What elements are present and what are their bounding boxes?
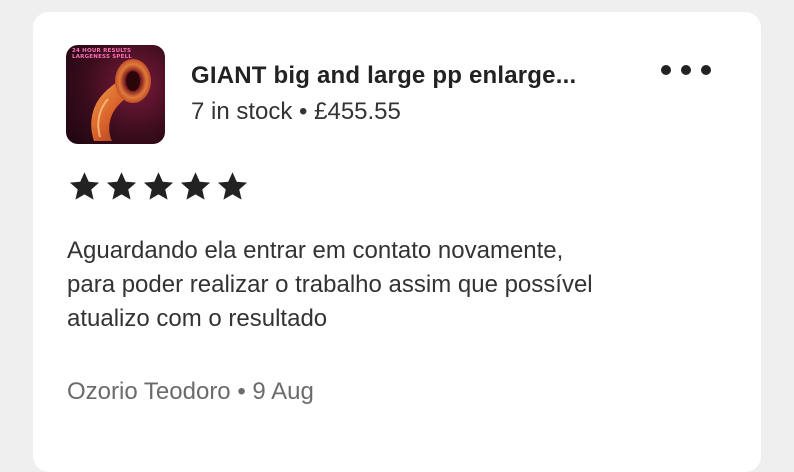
product-thumbnail[interactable]: 24 HOUR RESULTS LARGENESS SPELL (66, 45, 165, 144)
review-footer: Ozorio Teodoro • 9 Aug (67, 378, 314, 405)
star-icon (180, 172, 211, 200)
star-icon (217, 172, 248, 200)
star-icon (106, 172, 137, 200)
more-options-icon (661, 65, 671, 75)
more-options-icon-dot (681, 65, 691, 75)
star-icon (69, 172, 100, 200)
star-icon (143, 172, 174, 200)
thumbnail-caption: 24 HOUR RESULTS LARGENESS SPELL (72, 48, 132, 60)
more-options-icon-dot (701, 65, 711, 75)
review-card: 24 HOUR RESULTS LARGENESS SPELL GIANT bi… (33, 12, 761, 472)
listing-title[interactable]: GIANT big and large pp enlarge... (191, 62, 576, 90)
stock-and-price: 7 in stock • £455.55 (191, 98, 401, 125)
star-rating (68, 170, 249, 203)
more-options-button[interactable] (661, 60, 711, 80)
review-text: Aguardando ela entrar em contato novamen… (67, 237, 593, 332)
